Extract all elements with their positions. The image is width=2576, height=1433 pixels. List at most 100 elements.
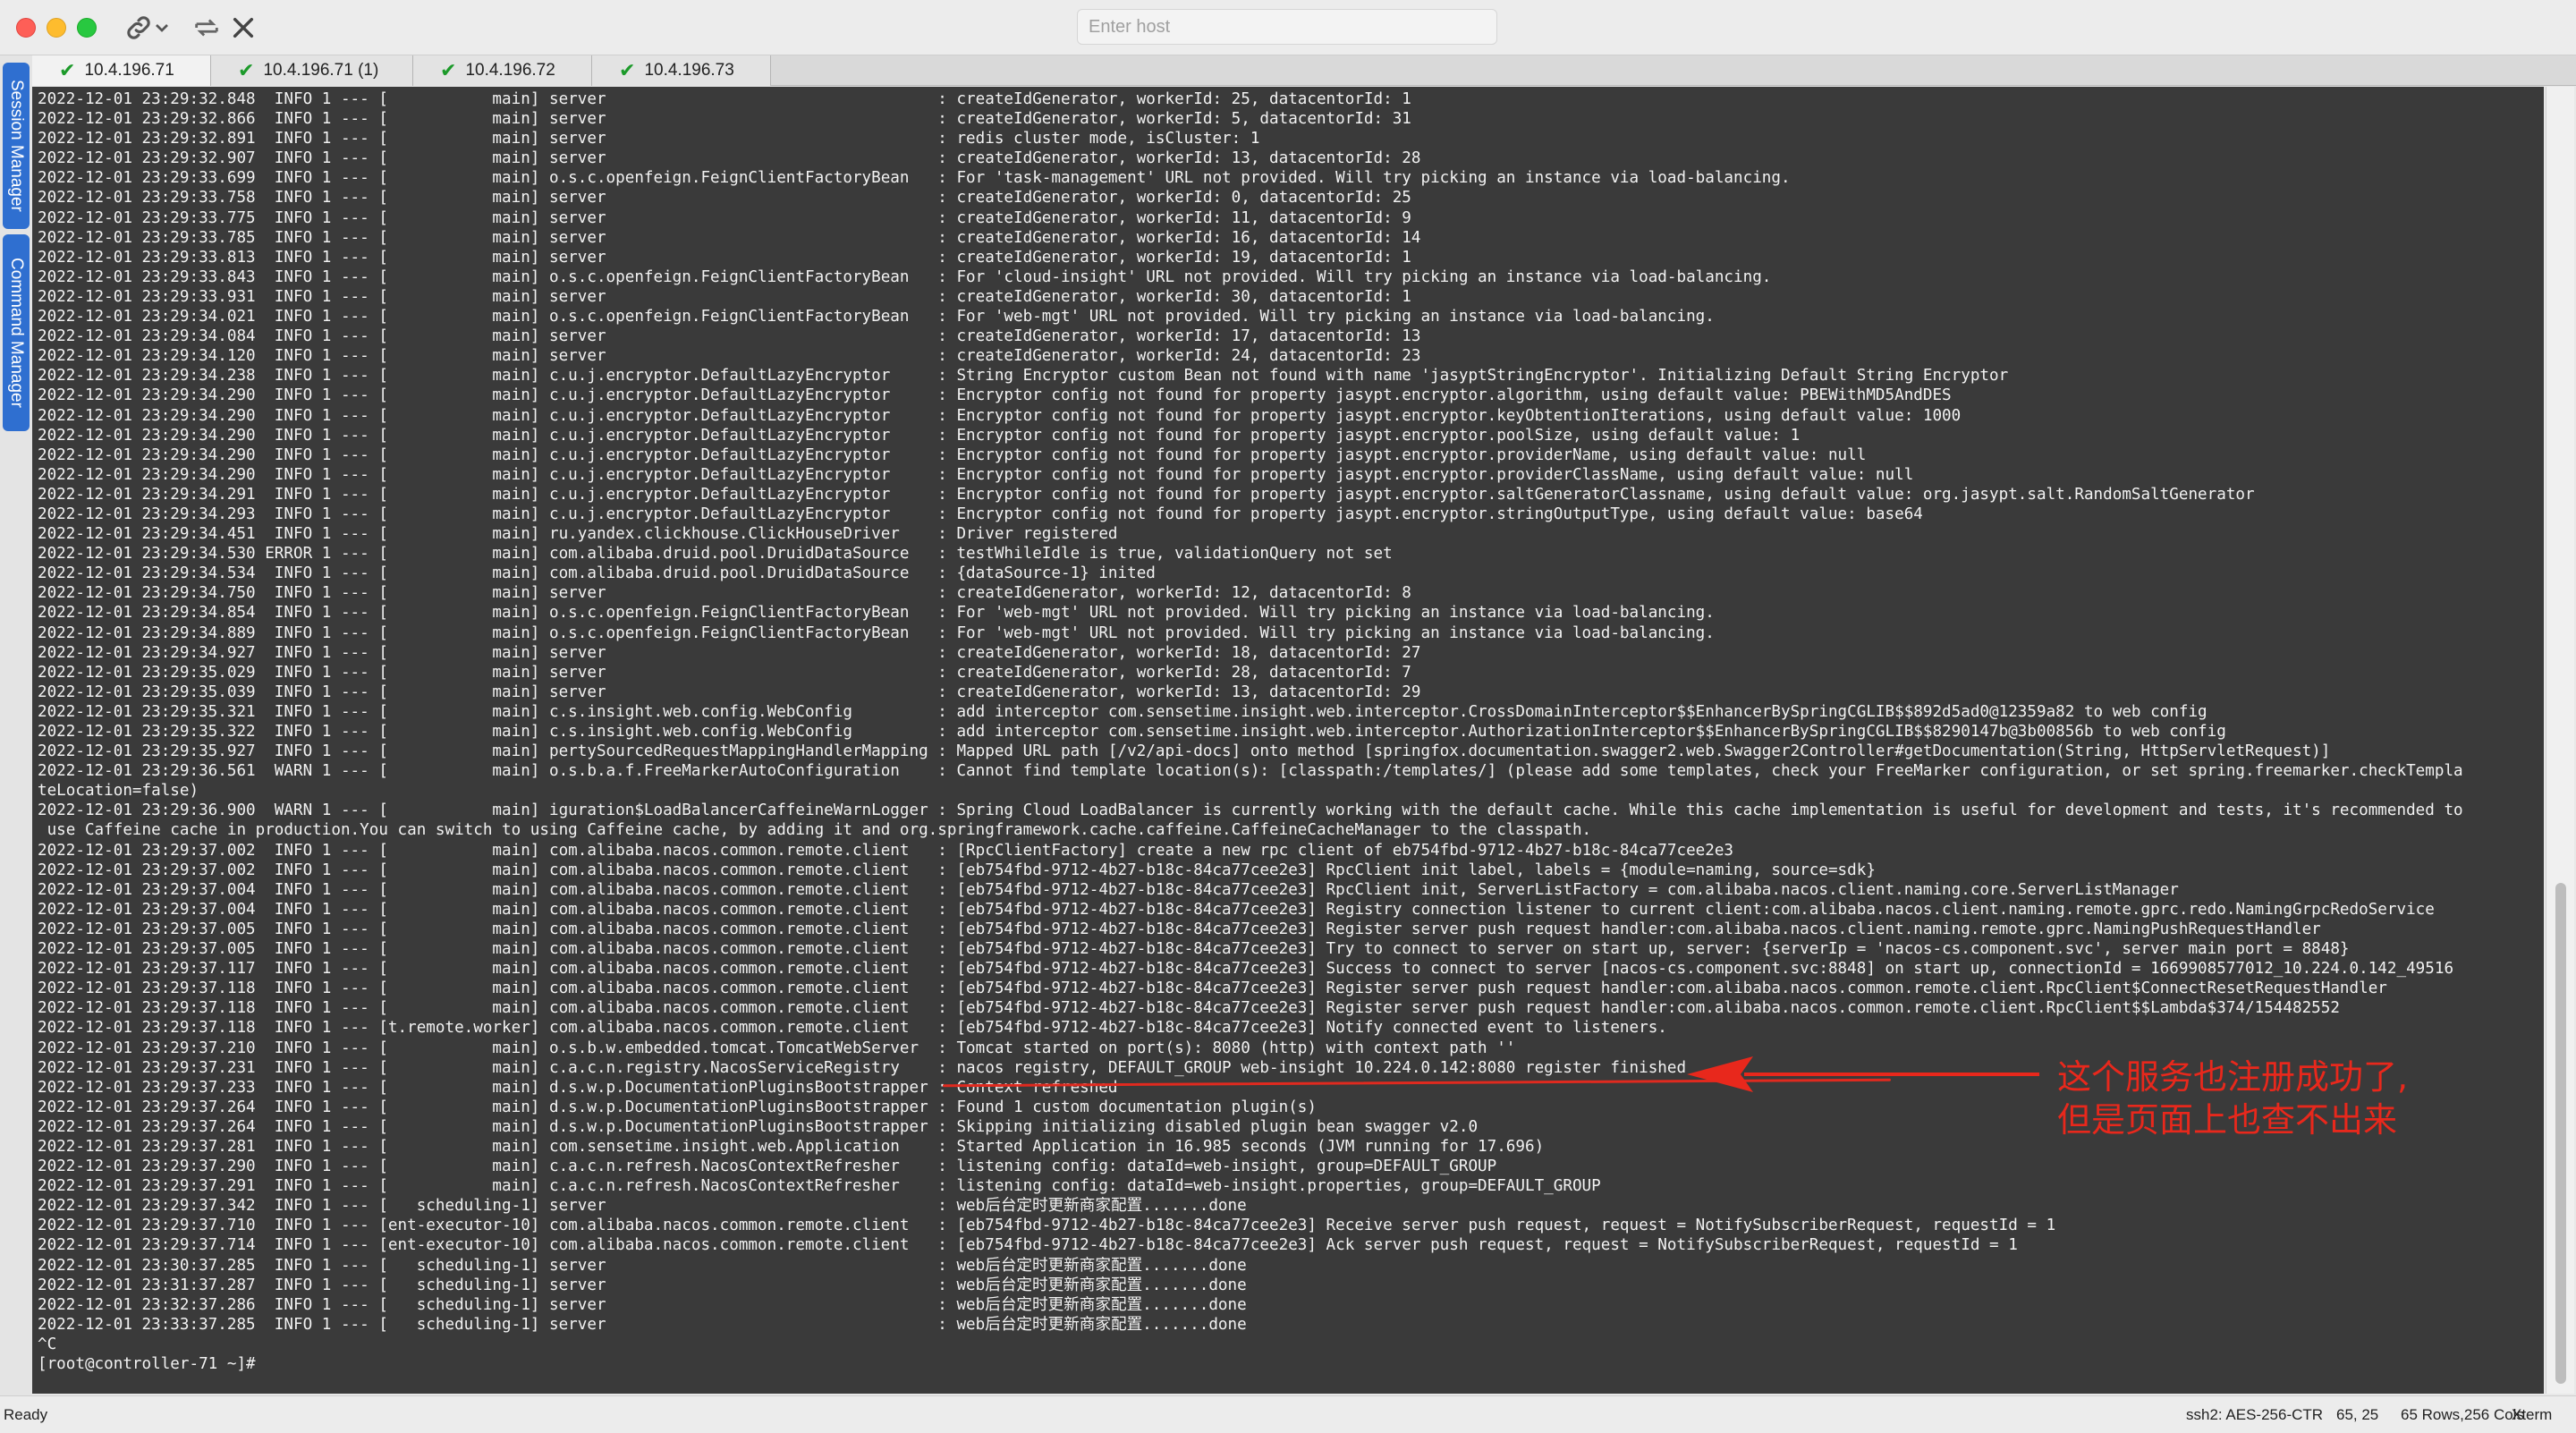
terminal-line: 2022-12-01 23:29:37.005 INFO 1 --- [ mai… <box>38 940 2350 959</box>
command-manager-label: Command Manager <box>7 258 26 408</box>
terminal-line: 2022-12-01 23:29:34.451 INFO 1 --- [ mai… <box>38 525 1118 544</box>
terminal-line: 2022-12-01 23:29:37.117 INFO 1 --- [ mai… <box>38 960 2454 979</box>
terminal-line: 2022-12-01 23:29:37.005 INFO 1 --- [ mai… <box>38 920 2321 938</box>
terminal-line: 2022-12-01 23:29:37.710 INFO 1 --- [ent-… <box>38 1217 2056 1235</box>
session-tab-bar: ✔ 10.4.196.71 ✔ 10.4.196.71 (1) ✔ 10.4.1… <box>32 55 2576 86</box>
terminal-output[interactable]: 2022-12-01 23:29:32.848 INFO 1 --- [ mai… <box>32 87 2544 1394</box>
terminal-line: 2022-12-01 23:29:32.907 INFO 1 --- [ mai… <box>38 149 1421 168</box>
cursor-position: 65, 25 <box>2336 1406 2379 1423</box>
terminal-line: 2022-12-01 23:29:37.002 INFO 1 --- [ mai… <box>38 861 1876 879</box>
terminal-line: 2022-12-01 23:29:35.322 INFO 1 --- [ mai… <box>38 723 2226 741</box>
status-text: Ready <box>4 1406 48 1423</box>
terminal-line: 2022-12-01 23:29:33.843 INFO 1 --- [ mai… <box>38 267 1772 286</box>
terminal-line: 2022-12-01 23:29:37.004 INFO 1 --- [ mai… <box>38 900 2435 919</box>
scrollbar-thumb[interactable] <box>2555 883 2566 1384</box>
tab-label: 10.4.196.73 <box>644 61 734 80</box>
check-icon: ✔ <box>440 59 457 82</box>
host-input[interactable] <box>1077 9 1497 45</box>
terminal-line: ^C <box>38 1335 57 1353</box>
terminal-line: 2022-12-01 23:29:36.561 WARN 1 --- [ mai… <box>38 762 2463 781</box>
terminal-line: 2022-12-01 23:29:37.002 INFO 1 --- [ mai… <box>38 841 1734 860</box>
terminal-line: 2022-12-01 23:33:37.285 INFO 1 --- [ sch… <box>38 1315 1247 1334</box>
tab-session-1[interactable]: ✔ 10.4.196.71 <box>32 55 211 86</box>
terminal-type: Xterm <box>2512 1406 2553 1423</box>
close-window-button[interactable] <box>16 18 36 38</box>
terminal-line: 2022-12-01 23:29:34.927 INFO 1 --- [ mai… <box>38 643 1421 662</box>
command-manager-tab[interactable]: Command Manager <box>3 234 30 431</box>
terminal-line: 2022-12-01 23:29:32.891 INFO 1 --- [ mai… <box>38 130 1260 148</box>
terminal-line: 2022-12-01 23:29:34.290 INFO 1 --- [ mai… <box>38 426 1801 445</box>
check-icon: ✔ <box>59 59 76 82</box>
terminal-line: 2022-12-01 23:29:32.848 INFO 1 --- [ mai… <box>38 90 1411 108</box>
session-manager-tab[interactable]: Session Manager <box>3 63 30 229</box>
terminal-line: 2022-12-01 23:29:32.866 INFO 1 --- [ mai… <box>38 110 1411 129</box>
terminal-line: 2022-12-01 23:30:37.285 INFO 1 --- [ sch… <box>38 1256 1247 1275</box>
terminal-line: 2022-12-01 23:29:34.290 INFO 1 --- [ mai… <box>38 445 1867 464</box>
terminal-line: 2022-12-01 23:29:34.534 INFO 1 --- [ mai… <box>38 564 1156 583</box>
annotation-line-2: 但是页面上也查不出来 <box>2057 1100 2398 1140</box>
tab-session-4[interactable]: ✔ 10.4.196.73 <box>592 55 771 86</box>
terminal-line: 2022-12-01 23:29:37.004 INFO 1 --- [ mai… <box>38 880 2179 899</box>
terminal-line: 2022-12-01 23:29:34.021 INFO 1 --- [ mai… <box>38 308 1715 326</box>
tab-label: 10.4.196.71 (1) <box>263 61 379 80</box>
terminal-line: 2022-12-01 23:29:34.293 INFO 1 --- [ mai… <box>38 505 1923 523</box>
link-icon[interactable] <box>123 11 154 45</box>
terminal-line: 2022-12-01 23:29:33.699 INFO 1 --- [ mai… <box>38 169 1791 188</box>
terminal-line: 2022-12-01 23:29:34.854 INFO 1 --- [ mai… <box>38 604 1715 623</box>
terminal-line: use Caffeine cache in production.You can… <box>38 821 1592 840</box>
terminal-line: 2022-12-01 23:29:34.889 INFO 1 --- [ mai… <box>38 623 1715 642</box>
terminal-line: 2022-12-01 23:29:35.927 INFO 1 --- [ mai… <box>38 742 2331 761</box>
terminal-line: 2022-12-01 23:29:35.029 INFO 1 --- [ mai… <box>38 663 1411 682</box>
annotation-line-1: 这个服务也注册成功了, <box>2057 1057 2409 1097</box>
session-manager-label: Session Manager <box>7 80 26 212</box>
toolbar <box>0 0 2576 55</box>
annotation-note: 这个服务也注册成功了, 但是页面上也查不出来 <box>2057 1056 2408 1141</box>
terminal-line: 2022-12-01 23:29:34.290 INFO 1 --- [ mai… <box>38 465 1914 484</box>
terminal-line: 2022-12-01 23:29:34.238 INFO 1 --- [ mai… <box>38 367 2009 386</box>
check-icon: ✔ <box>619 59 636 82</box>
terminal-line: 2022-12-01 23:29:34.120 INFO 1 --- [ mai… <box>38 347 1421 366</box>
terminal-line: 2022-12-01 23:29:37.118 INFO 1 --- [ mai… <box>38 979 2387 998</box>
side-panel-tabs: Session Manager Command Manager <box>0 55 32 1401</box>
terminal-line: 2022-12-01 23:29:37.118 INFO 1 --- [t.re… <box>38 1019 1667 1038</box>
cipher-info: ssh2: AES-256-CTR <box>2186 1406 2324 1423</box>
tab-session-3[interactable]: ✔ 10.4.196.72 <box>413 55 592 86</box>
terminal-line: 2022-12-01 23:29:35.321 INFO 1 --- [ mai… <box>38 702 2207 721</box>
minimize-window-button[interactable] <box>47 18 66 38</box>
reconnect-icon[interactable] <box>191 11 222 45</box>
terminal-line: [root@controller-71 ~]# <box>38 1355 256 1373</box>
close-icon[interactable] <box>229 11 258 45</box>
annotation-arrow-icon <box>1687 1056 2039 1092</box>
chevron-down-icon[interactable] <box>154 11 170 45</box>
terminal-line: 2022-12-01 23:29:37.291 INFO 1 --- [ mai… <box>38 1177 1601 1196</box>
terminal-line: 2022-12-01 23:29:36.900 WARN 1 --- [ mai… <box>38 801 2463 820</box>
terminal-line: 2022-12-01 23:32:37.286 INFO 1 --- [ sch… <box>38 1295 1247 1314</box>
terminal-scrollbar[interactable] <box>2546 87 2574 1394</box>
check-icon: ✔ <box>238 59 255 82</box>
terminal-line: 2022-12-01 23:29:34.290 INFO 1 --- [ mai… <box>38 386 1952 405</box>
terminal-line: 2022-12-01 23:29:34.291 INFO 1 --- [ mai… <box>38 485 2255 504</box>
status-bar: Ready ssh2: AES-256-CTR 65, 25 65 Rows,2… <box>0 1395 2576 1433</box>
terminal-app-window: Session Manager Command Manager ✔ 10.4.1… <box>0 0 2576 1433</box>
terminal-line: 2022-12-01 23:29:33.775 INFO 1 --- [ mai… <box>38 208 1411 227</box>
terminal-line: 2022-12-01 23:29:37.714 INFO 1 --- [ent-… <box>38 1236 2018 1255</box>
terminal-line: 2022-12-01 23:31:37.287 INFO 1 --- [ sch… <box>38 1276 1247 1294</box>
terminal-line: 2022-12-01 23:29:34.290 INFO 1 --- [ mai… <box>38 406 1962 425</box>
terminal-line: 2022-12-01 23:29:34.084 INFO 1 --- [ mai… <box>38 327 1421 346</box>
terminal-line: 2022-12-01 23:29:37.118 INFO 1 --- [ mai… <box>38 999 2340 1018</box>
terminal-line: 2022-12-01 23:29:33.785 INFO 1 --- [ mai… <box>38 228 1421 247</box>
terminal-line: 2022-12-01 23:29:35.039 INFO 1 --- [ mai… <box>38 683 1421 701</box>
tab-label: 10.4.196.72 <box>465 61 555 80</box>
terminal-line: 2022-12-01 23:29:33.813 INFO 1 --- [ mai… <box>38 248 1411 267</box>
terminal-line: 2022-12-01 23:29:37.290 INFO 1 --- [ mai… <box>38 1157 1497 1176</box>
terminal-size: 65 Rows,256 Cols <box>2401 1406 2524 1423</box>
zoom-window-button[interactable] <box>77 18 97 38</box>
terminal-text: 2022-12-01 23:29:32.848 INFO 1 --- [ mai… <box>38 89 2463 1374</box>
terminal-line: teLocation=false) <box>38 782 199 801</box>
terminal-line: 2022-12-01 23:29:37.342 INFO 1 --- [ sch… <box>38 1197 1247 1216</box>
terminal-line: 2022-12-01 23:29:34.750 INFO 1 --- [ mai… <box>38 584 1411 603</box>
terminal-line: 2022-12-01 23:29:33.931 INFO 1 --- [ mai… <box>38 287 1411 306</box>
terminal-line: 2022-12-01 23:29:34.530 ERROR 1 --- [ ma… <box>38 545 1393 564</box>
tab-session-2[interactable]: ✔ 10.4.196.71 (1) <box>211 55 413 86</box>
tab-label: 10.4.196.71 <box>84 61 174 80</box>
